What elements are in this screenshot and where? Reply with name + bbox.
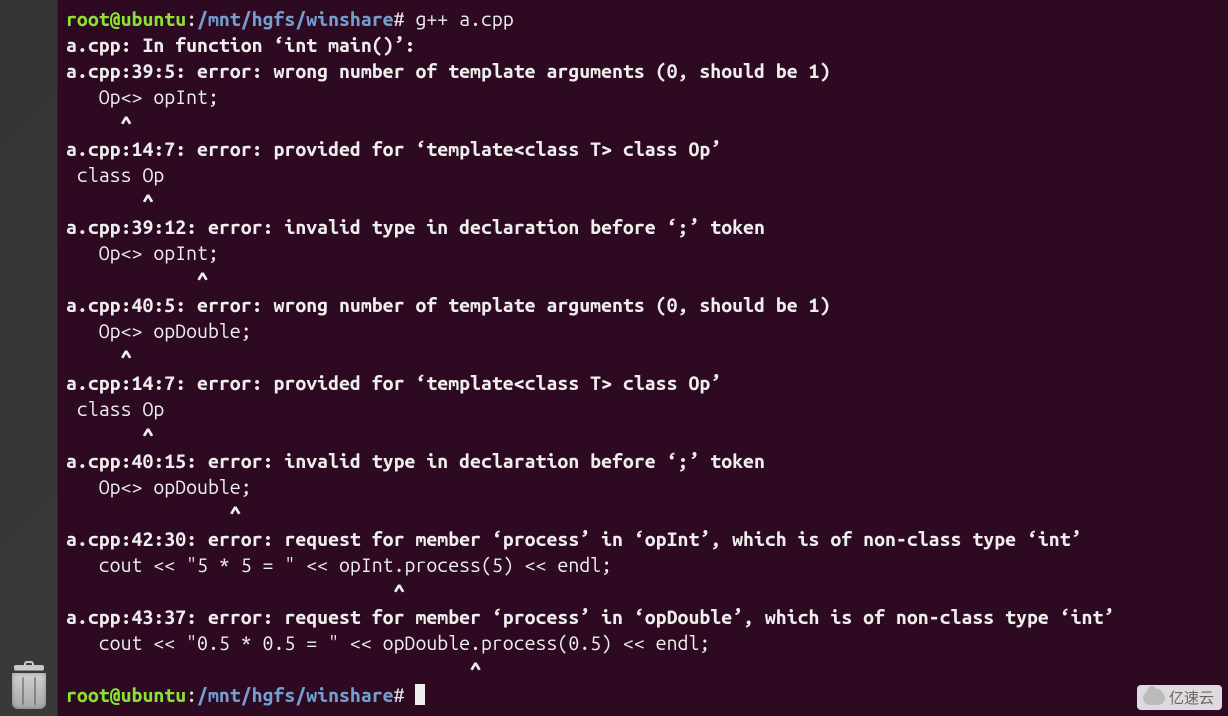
output-line: cout << "0.5 * 0.5 = " << opDouble.proce… xyxy=(66,632,710,654)
watermark-text: 亿速云 xyxy=(1169,687,1214,708)
output-line: ^ xyxy=(66,580,405,602)
prompt-userhost: root@ubuntu xyxy=(66,684,186,706)
output-line: ^ xyxy=(66,112,132,134)
output-line: a.cpp:40:5: error: wrong number of templ… xyxy=(66,294,830,316)
output-line: a.cpp:39:12: error: invalid type in decl… xyxy=(66,216,765,238)
output-line: cout << "5 * 5 = " << opInt.process(5) <… xyxy=(66,554,612,576)
watermark: 亿速云 xyxy=(1137,685,1222,710)
output-line: ^ xyxy=(66,268,208,290)
prompt-hash: # xyxy=(394,684,405,706)
prompt-colon: : xyxy=(186,8,197,30)
desktop: root@ubuntu:/mnt/hgfs/winshare# g++ a.cp… xyxy=(0,0,1228,716)
output-line: class Op xyxy=(66,164,164,186)
prompt-hash: # xyxy=(394,8,405,30)
output-line: ^ xyxy=(66,502,241,524)
output-line: Op<> opDouble; xyxy=(66,476,252,498)
output-line: Op<> opInt; xyxy=(66,86,219,108)
output-line: a.cpp:39:5: error: wrong number of templ… xyxy=(66,60,830,82)
prompt-path: /mnt/hgfs/winshare xyxy=(197,8,394,30)
output-line: a.cpp:14:7: error: provided for ‘templat… xyxy=(66,372,721,394)
output-line: a.cpp:14:7: error: provided for ‘templat… xyxy=(66,138,721,160)
output-line: Op<> opInt; xyxy=(66,242,219,264)
output-line: ^ xyxy=(66,346,132,368)
prompt-userhost: root@ubuntu xyxy=(66,8,186,30)
output-line: ^ xyxy=(66,658,481,680)
output-line: class Op xyxy=(66,398,164,420)
trash-launcher-item[interactable] xyxy=(4,662,54,712)
terminal-cursor xyxy=(415,684,425,705)
output-line: ^ xyxy=(66,190,153,212)
prompt-line-1: root@ubuntu:/mnt/hgfs/winshare# xyxy=(66,8,405,30)
command-text: g++ a.cpp xyxy=(415,8,513,30)
output-line: Op<> opDouble; xyxy=(66,320,252,342)
trash-icon xyxy=(10,665,48,709)
output-line: a.cpp: In function ‘int main()’: xyxy=(66,34,415,56)
launcher-panel xyxy=(0,0,58,716)
output-line: a.cpp:42:30: error: request for member ‘… xyxy=(66,528,1082,550)
output-line: a.cpp:43:37: error: request for member ‘… xyxy=(66,606,1114,628)
prompt-line-2: root@ubuntu:/mnt/hgfs/winshare# xyxy=(66,684,405,706)
output-line: a.cpp:40:15: error: invalid type in decl… xyxy=(66,450,765,472)
prompt-path: /mnt/hgfs/winshare xyxy=(197,684,394,706)
cloud-icon xyxy=(1143,691,1165,705)
output-line: ^ xyxy=(66,424,153,446)
prompt-colon: : xyxy=(186,684,197,706)
terminal-window[interactable]: root@ubuntu:/mnt/hgfs/winshare# g++ a.cp… xyxy=(58,0,1228,716)
